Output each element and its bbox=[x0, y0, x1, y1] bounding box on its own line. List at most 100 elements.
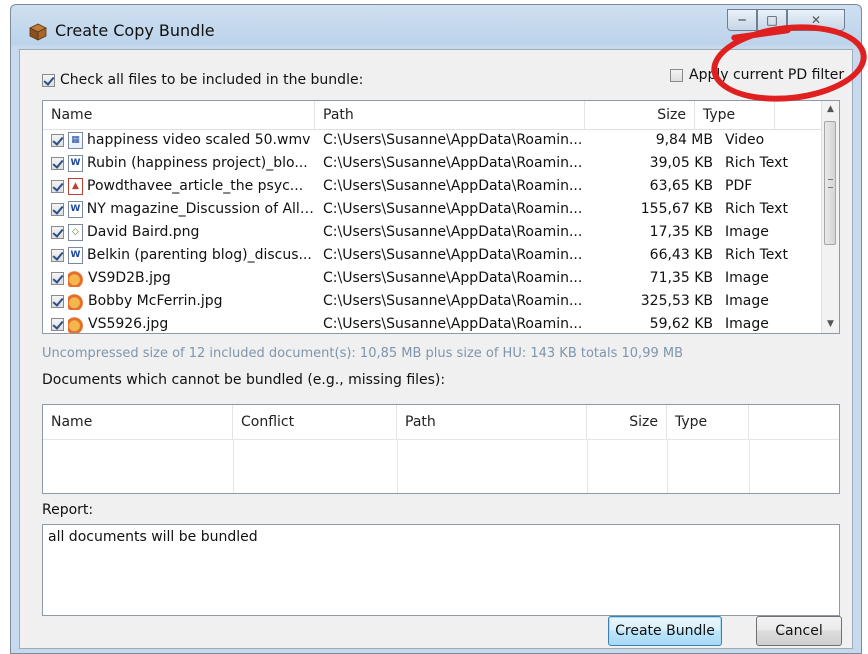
file-size: 155,67 KB bbox=[640, 201, 713, 217]
file-include-checkbox[interactable] bbox=[51, 203, 64, 216]
word-document-icon: W bbox=[67, 201, 83, 218]
report-label: Report: bbox=[42, 502, 94, 518]
file-include-checkbox[interactable] bbox=[51, 295, 64, 308]
file-name: Rubin (happiness project)_blo... bbox=[87, 155, 308, 171]
unbundled-label: Documents which cannot be bundled (e.g.,… bbox=[42, 372, 446, 388]
video-file-icon: ▦ bbox=[68, 132, 83, 149]
file-name: NY magazine_Discussion of All ... bbox=[86, 201, 315, 217]
unbundled-column-size[interactable]: Size bbox=[587, 405, 667, 439]
file-path: C:\Users\Susanne\AppData\Roamin... bbox=[323, 178, 583, 194]
scrollbar-grip-icon bbox=[828, 179, 833, 188]
word-document-icon: W bbox=[68, 247, 83, 264]
file-row[interactable]: Bobby McFerrin.jpg C:\Users\Susanne\AppDa… bbox=[43, 290, 823, 313]
file-path: C:\Users\Susanne\AppData\Roamin... bbox=[323, 316, 583, 332]
file-size: 39,05 KB bbox=[649, 155, 713, 171]
file-name-cell: W Belkin (parenting blog)_discus... bbox=[51, 244, 315, 267]
file-name-cell: ◇ David Baird.png bbox=[51, 221, 315, 244]
pdf-file-icon: ▲ bbox=[68, 178, 83, 195]
file-name: happiness video scaled 50.wmv bbox=[87, 132, 311, 148]
scroll-down-arrow-icon[interactable]: ▼ bbox=[822, 316, 839, 333]
file-size: 17,35 KB bbox=[649, 224, 713, 240]
files-table-scrollbar[interactable]: ▲ ▼ bbox=[821, 101, 839, 333]
file-row[interactable]: W NY magazine_Discussion of All ... C:\Use… bbox=[43, 198, 823, 221]
unbundled-column-conflict[interactable]: Conflict bbox=[233, 405, 397, 439]
file-row[interactable]: ▲ Powdthavee_article_the psyc... C:\Users\… bbox=[43, 175, 823, 198]
word-document-icon: W bbox=[68, 155, 83, 172]
column-header-path[interactable]: Path bbox=[315, 101, 585, 129]
unbundled-table: Name Conflict Path Size Type bbox=[42, 404, 840, 494]
check-all-option[interactable]: Check all files to be included in the bu… bbox=[42, 72, 363, 88]
file-type: Rich Text bbox=[725, 155, 788, 171]
file-row[interactable]: ▦ happiness video scaled 50.wmv C:\Users\S… bbox=[43, 129, 823, 152]
file-include-checkbox[interactable] bbox=[51, 157, 64, 170]
file-type: Rich Text bbox=[725, 247, 788, 263]
file-include-checkbox[interactable] bbox=[51, 226, 64, 239]
file-name-cell: W Rubin (happiness project)_blo... bbox=[51, 152, 315, 175]
unbundled-column-path[interactable]: Path bbox=[397, 405, 587, 439]
file-path: C:\Users\Susanne\AppData\Roamin... bbox=[323, 293, 583, 309]
file-row[interactable]: W Belkin (parenting blog)_discus... C:\Use… bbox=[43, 244, 823, 267]
file-include-checkbox[interactable] bbox=[51, 318, 64, 331]
create-bundle-button[interactable]: Create Bundle bbox=[608, 616, 722, 646]
unbundled-col-divider bbox=[43, 439, 234, 493]
scrollbar-thumb[interactable] bbox=[824, 121, 836, 245]
scroll-up-arrow-icon[interactable]: ▲ bbox=[822, 101, 839, 118]
file-row[interactable]: ◇ David Baird.png C:\Users\Susanne\AppData… bbox=[43, 221, 823, 244]
file-size: 71,35 KB bbox=[649, 270, 713, 286]
unbundled-col-divider bbox=[233, 439, 398, 493]
file-type: Image bbox=[725, 293, 769, 309]
file-type: Rich Text bbox=[725, 201, 788, 217]
file-name-cell: ▲ Powdthavee_article_the psyc... bbox=[51, 175, 315, 198]
file-name: Belkin (parenting blog)_discus... bbox=[87, 247, 312, 263]
report-textarea[interactable]: all documents will be bundled bbox=[42, 524, 840, 616]
file-path: C:\Users\Susanne\AppData\Roamin... bbox=[323, 132, 583, 148]
file-name: VS5926.jpg bbox=[88, 316, 169, 332]
file-include-checkbox[interactable] bbox=[51, 180, 64, 193]
file-name-cell: W NY magazine_Discussion of All ... bbox=[51, 198, 315, 221]
file-type: PDF bbox=[725, 178, 753, 194]
file-path: C:\Users\Susanne\AppData\Roamin... bbox=[323, 155, 583, 171]
files-table: Name Path Size Type ▦ happiness video sca… bbox=[42, 100, 840, 334]
file-size: 66,43 KB bbox=[649, 247, 713, 263]
file-include-checkbox[interactable] bbox=[51, 272, 64, 285]
pd-filter-checkbox[interactable] bbox=[670, 68, 683, 82]
file-include-checkbox[interactable] bbox=[51, 249, 64, 262]
column-header-size[interactable]: Size bbox=[585, 101, 695, 129]
png-image-icon: ◇ bbox=[68, 224, 83, 241]
unbundled-table-header: Name Conflict Path Size Type bbox=[43, 405, 839, 440]
check-all-label: Check all files to be included in the bu… bbox=[60, 72, 364, 88]
files-table-body: ▦ happiness video scaled 50.wmv C:\Users\S… bbox=[43, 129, 823, 333]
window-title: Create Copy Bundle bbox=[55, 21, 215, 40]
check-all-checkbox[interactable] bbox=[42, 73, 55, 87]
file-type: Image bbox=[725, 270, 769, 286]
file-path: C:\Users\Susanne\AppData\Roamin... bbox=[323, 201, 583, 217]
unbundled-col-divider bbox=[667, 439, 750, 493]
file-name-cell: VS9D2B.jpg bbox=[51, 267, 315, 290]
dialog-client-area: Check all files to be included in the bu… bbox=[19, 49, 853, 649]
file-path: C:\Users\Susanne\AppData\Roamin... bbox=[323, 270, 583, 286]
file-size: 59,62 KB bbox=[649, 316, 713, 332]
file-include-checkbox[interactable] bbox=[51, 134, 64, 147]
file-row[interactable]: W Rubin (happiness project)_blo... C:\User… bbox=[43, 152, 823, 175]
file-name-cell: Bobby McFerrin.jpg bbox=[51, 290, 315, 313]
cancel-button[interactable]: Cancel bbox=[756, 616, 842, 646]
column-header-name[interactable]: Name bbox=[43, 101, 315, 129]
files-table-header: Name Path Size Type bbox=[43, 101, 823, 130]
file-row[interactable]: VS5926.jpg C:\Users\Susanne\AppData\Roami… bbox=[43, 313, 823, 333]
file-size: 325,53 KB bbox=[640, 293, 713, 309]
create-copy-bundle-window: Create Copy Bundle ─ □ ✕ Check all files… bbox=[10, 4, 868, 654]
bundle-box-icon bbox=[29, 23, 47, 41]
file-row[interactable]: VS9D2B.jpg C:\Users\Susanne\AppData\Roami… bbox=[43, 267, 823, 290]
jpg-image-icon bbox=[68, 316, 84, 333]
file-name-cell: VS5926.jpg bbox=[51, 313, 315, 333]
size-summary: Uncompressed size of 12 included documen… bbox=[42, 346, 683, 361]
unbundled-column-name[interactable]: Name bbox=[43, 405, 233, 439]
minimize-button[interactable]: ─ bbox=[727, 9, 757, 31]
column-header-type[interactable]: Type bbox=[695, 101, 775, 129]
file-size: 9,84 MB bbox=[655, 132, 713, 148]
jpg-image-icon bbox=[68, 293, 84, 310]
jpg-image-icon bbox=[68, 270, 84, 287]
file-size: 63,65 KB bbox=[649, 178, 713, 194]
file-name-cell: ▦ happiness video scaled 50.wmv bbox=[51, 129, 315, 152]
unbundled-column-type[interactable]: Type bbox=[667, 405, 749, 439]
